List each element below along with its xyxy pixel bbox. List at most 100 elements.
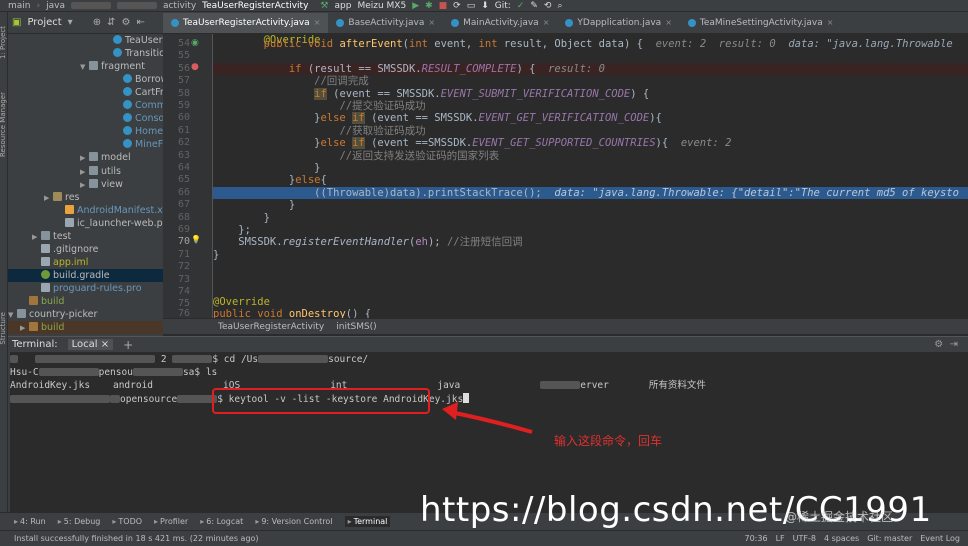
close-icon[interactable]: × <box>101 339 109 350</box>
tree-item[interactable]: AndroidManifest.xml <box>8 204 163 217</box>
chevron-down-icon[interactable]: ▼ <box>80 61 89 74</box>
tool-window-version-control[interactable]: ▸ 9: Version Control <box>255 517 332 526</box>
tree-item[interactable]: .gitignore <box>8 243 98 256</box>
tree-item[interactable]: proguard-rules.pro <box>8 282 142 295</box>
search-icon[interactable]: ⌕ <box>557 1 562 11</box>
nav-crumb-main[interactable]: main <box>8 1 31 11</box>
gradle-icon <box>41 269 50 279</box>
line-number: 58 <box>177 87 190 99</box>
editor-tab[interactable]: TeaMineSettingActivity.java × <box>680 13 842 33</box>
tree-item[interactable]: ▶ build <box>8 321 163 335</box>
tool-window-terminal[interactable]: ▸ Terminal <box>344 516 391 527</box>
chevron-right-icon[interactable]: ▶ <box>80 179 89 192</box>
override-icon[interactable]: ◉ <box>191 38 199 48</box>
resource-manager-tab[interactable]: Resource Manager <box>0 92 7 157</box>
tree-item-label: build <box>41 322 65 334</box>
vcs-commit-icon[interactable]: ✎ <box>530 1 538 11</box>
sync-icon[interactable]: ⟳ <box>453 1 461 11</box>
tool-window-todo[interactable]: ▸ TODO <box>112 517 142 526</box>
tree-item[interactable]: ConsoleFrag <box>8 112 163 125</box>
chevron-right-icon[interactable]: ▶ <box>20 322 29 335</box>
hide-icon[interactable]: ⇥ <box>950 339 958 350</box>
tree-item[interactable]: ▶ utils <box>8 165 121 178</box>
editor-tab[interactable]: MainActivity.java × <box>443 13 557 33</box>
tool-window-run[interactable]: ▸ 4: Run <box>14 517 46 526</box>
close-icon[interactable]: × <box>314 13 321 33</box>
chevron-right-icon[interactable]: ▶ <box>32 231 41 244</box>
nav-crumb-current[interactable]: TeaUserRegisterActivity <box>202 1 308 11</box>
hammer-icon[interactable]: ⚒ <box>320 1 328 11</box>
tree-item[interactable]: HomeFragm <box>8 125 163 138</box>
tree-item[interactable]: ▼ fragment <box>8 60 145 73</box>
editor-tab[interactable]: YDapplication.java × <box>557 13 680 33</box>
device-select[interactable]: Meizu MX5 <box>357 1 406 11</box>
nav-crumb-activity[interactable]: activity <box>163 1 196 11</box>
nav-crumb-java[interactable]: java <box>46 1 65 11</box>
chevron-right-icon[interactable]: ▶ <box>44 192 53 205</box>
chevron-down-icon[interactable]: ▾ <box>68 17 73 28</box>
collapse-icon[interactable]: ⇵ <box>107 17 115 28</box>
indent-setting[interactable]: 4 spaces <box>824 534 859 543</box>
sync-scroll-icon[interactable]: ⊕ <box>93 17 101 28</box>
breakpoint-icon[interactable]: ● <box>191 62 199 72</box>
gear-icon[interactable]: ⚙ <box>121 17 130 28</box>
code-editor[interactable]: @Override public void afterEvent(int eve… <box>213 34 968 318</box>
sdk-icon[interactable]: ⬇ <box>481 1 489 11</box>
tree-item[interactable]: build.gradle <box>8 268 163 282</box>
tree-item[interactable]: BorrowFragm <box>8 73 163 86</box>
close-icon[interactable]: × <box>543 13 550 33</box>
close-icon[interactable]: × <box>827 13 834 33</box>
event-log[interactable]: Event Log <box>920 534 960 543</box>
tree-item[interactable]: build <box>8 295 64 308</box>
tool-window-profiler[interactable]: ▸ Profiler <box>154 517 188 526</box>
close-icon[interactable]: × <box>665 13 672 33</box>
line-number: 76 <box>177 308 190 318</box>
breadcrumb-class[interactable]: TeaUserRegisterActivity <box>218 322 324 332</box>
chevron-right-icon[interactable]: ▶ <box>80 166 89 179</box>
file-icon <box>41 256 50 266</box>
code-line: public void onDestroy() { <box>213 308 372 318</box>
structure-tab[interactable]: Structure <box>0 312 7 345</box>
new-terminal-icon[interactable]: + <box>123 338 133 352</box>
project-tool-tab[interactable]: 1: Project <box>0 26 7 59</box>
tool-window-logcat[interactable]: ▸ 6: Logcat <box>200 517 243 526</box>
line-separator[interactable]: LF <box>776 534 785 543</box>
history-icon[interactable]: ⟲ <box>544 1 552 11</box>
tree-item[interactable]: MineFragme <box>8 138 163 151</box>
line-number: 57 <box>177 75 190 87</box>
editor-tab[interactable]: TeaUserRegisterActivity.java × <box>163 13 329 33</box>
tool-window-label: Version Control <box>271 517 333 526</box>
git-branch[interactable]: Git: master <box>867 534 912 543</box>
run-icon[interactable]: ▶ <box>412 1 419 11</box>
tree-item[interactable]: ▶ res <box>8 191 80 204</box>
caret-position[interactable]: 70:36 <box>745 534 768 543</box>
chevron-right-icon[interactable]: ▶ <box>80 152 89 165</box>
editor-tab[interactable]: BaseActivity.java × <box>328 13 443 33</box>
project-view-select[interactable]: Project <box>27 17 61 28</box>
tree-item[interactable]: ic_launcher-web.png <box>8 217 163 230</box>
tree-item[interactable]: TeaUserWithF <box>8 34 163 47</box>
file-encoding[interactable]: UTF-8 <box>793 534 816 543</box>
tree-item[interactable]: CartFragmen <box>8 86 163 99</box>
close-icon[interactable]: × <box>428 13 435 33</box>
tool-window-debug[interactable]: ▸ 5: Debug <box>58 517 101 526</box>
hide-icon[interactable]: ⇤ <box>136 17 144 28</box>
tree-item[interactable]: TransitionAc <box>8 47 163 60</box>
tree-item[interactable]: ▶ test <box>8 230 71 243</box>
run-config-select[interactable]: app <box>334 1 351 11</box>
avd-icon[interactable]: ▭ <box>467 1 476 11</box>
gear-icon[interactable]: ⚙ <box>934 339 943 350</box>
lightbulb-icon[interactable]: 💡 <box>191 235 201 244</box>
tree-item[interactable]: ▶ view <box>8 178 123 191</box>
tree-item[interactable]: ▼ country-picker <box>8 308 97 321</box>
chevron-down-icon[interactable]: ▼ <box>8 309 17 322</box>
code-line: public void afterEvent(int event, int re… <box>263 38 953 50</box>
tree-item[interactable]: ▶ model <box>8 151 131 164</box>
tree-item[interactable]: CommunityF <box>8 99 163 112</box>
terminal-tab-local[interactable]: Local × <box>67 339 114 350</box>
stop-icon[interactable]: ■ <box>439 1 448 11</box>
breadcrumb-method[interactable]: initSMS() <box>336 322 376 332</box>
vcs-update-icon[interactable]: ✓ <box>517 1 525 11</box>
debug-icon[interactable]: ✱ <box>425 1 433 11</box>
tree-item[interactable]: app.iml <box>8 256 88 269</box>
